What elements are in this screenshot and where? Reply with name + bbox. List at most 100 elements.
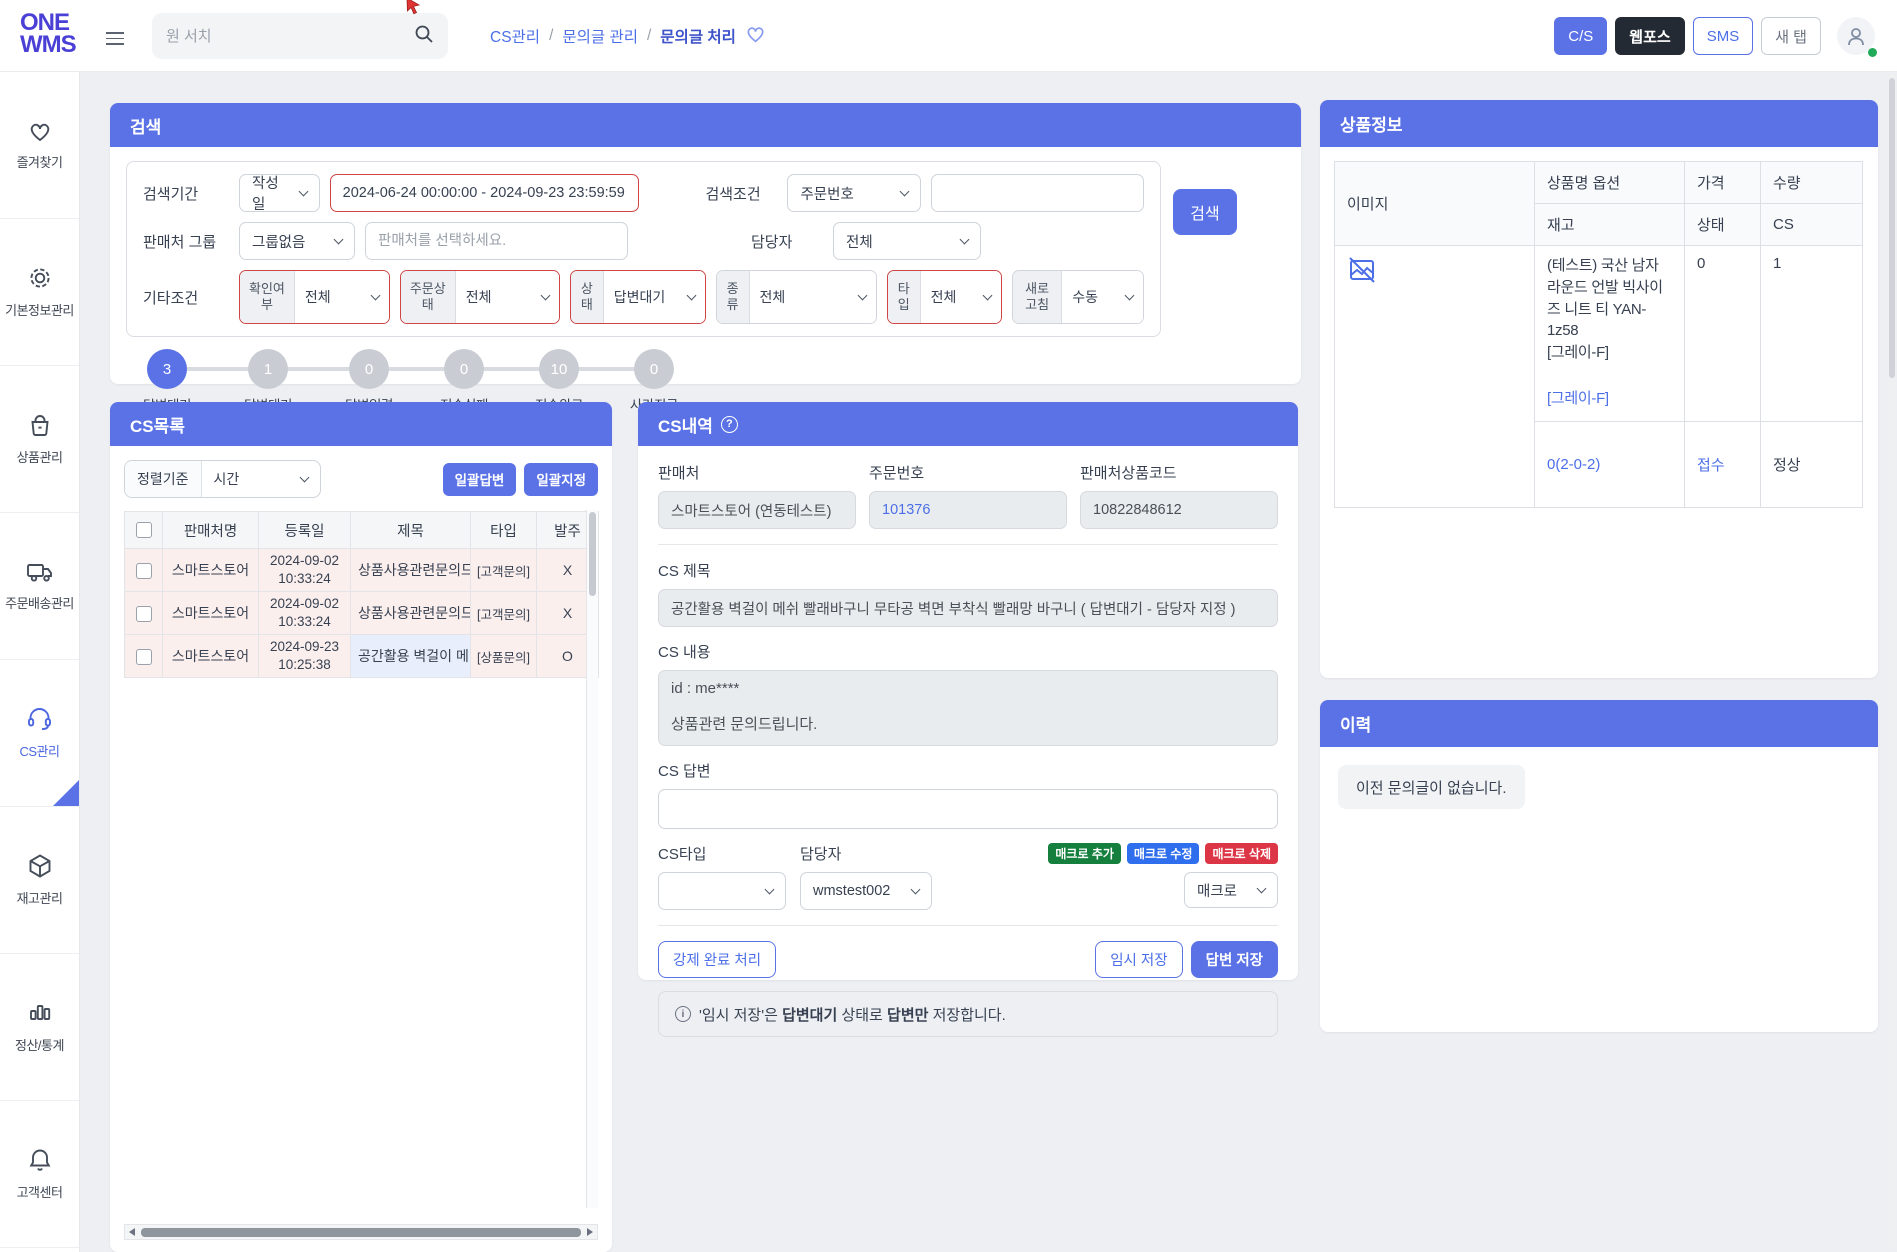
bulk-reply-button[interactable]: 일괄답변 [442, 462, 517, 496]
list-vertical-scrollbar[interactable] [586, 510, 598, 1208]
order-no-label: 주문번호 [869, 465, 925, 482]
col-type: 타입 [470, 511, 537, 549]
product-code-label: 판매처상품코드 [1080, 465, 1177, 482]
page-vertical-scrollbar[interactable] [1888, 74, 1896, 1250]
sort-select[interactable]: 시간 [202, 461, 320, 497]
list-horizontal-scrollbar[interactable] [124, 1224, 598, 1240]
cs-reply-input[interactable] [658, 789, 1278, 829]
table-row-selected[interactable]: 스마트스토어 2024-09-23 10:25:38 공간활용 벽걸이 메 [상품… [124, 634, 599, 678]
sidebar-item-support-center[interactable]: 고객센터 [0, 1101, 79, 1248]
cs-content-label: CS 내용 [658, 644, 711, 661]
product-table: 이미지 상품명 옵션 가격 수량 재고 상태 CS (테스트) 국산 남자 라운… [1334, 161, 1863, 508]
option-link[interactable]: [그레이-F] [1547, 388, 1672, 410]
sms-button[interactable]: SMS [1692, 17, 1754, 55]
sidebar-item-favorites[interactable]: 즐겨찾기 [0, 72, 79, 219]
reply-save-button[interactable]: 답변 저장 [1190, 941, 1278, 978]
sidebar-item-products[interactable]: 상품관리 [0, 366, 79, 513]
bulk-assign-button[interactable]: 일괄지정 [524, 462, 598, 496]
cs-subject-label: CS 제목 [658, 563, 711, 580]
row-checkbox[interactable] [135, 562, 152, 579]
period-label: 검색기간 [143, 185, 199, 203]
sidebar-item-inventory[interactable]: 재고관리 [0, 807, 79, 954]
row-checkbox[interactable] [135, 648, 152, 665]
cs-detail-header: CS내역 ? [638, 402, 1298, 446]
order-status-select[interactable]: 전체 [455, 271, 560, 323]
chevron-down-icon [686, 290, 697, 300]
confirm-status-select[interactable]: 전체 [294, 271, 389, 323]
cs-type-select[interactable] [658, 872, 786, 910]
bag-icon [30, 415, 49, 436]
table-row[interactable]: 스마트스토어 2024-09-02 10:33:24 상품사용관련문의드 [고객문… [124, 548, 599, 592]
chevron-down-icon [299, 472, 309, 482]
product-info-panel: 상품정보 이미지 상품명 옵션 가격 수량 재고 상태 CS (테스트) 국산 … [1320, 100, 1878, 678]
favorite-page-icon[interactable] [745, 24, 766, 48]
chevron-down-icon [298, 186, 309, 196]
select-all-checkbox[interactable] [135, 522, 152, 539]
assignee-select[interactable]: wmstest002 [800, 872, 932, 910]
force-complete-button[interactable]: 강제 완료 처리 [658, 941, 777, 978]
chevron-down-icon [333, 234, 344, 244]
seller-search-input[interactable] [365, 222, 628, 260]
history-panel: 이력 이전 문의글이 없습니다. [1320, 700, 1878, 1032]
col-price: 가격 [1684, 161, 1761, 204]
cs-table-header-row: 판매처명 등록일 제목 타입 발주 [124, 511, 599, 549]
table-row[interactable]: 스마트스토어 2024-09-02 10:33:24 상품사용관련문의드 [고객문… [124, 591, 599, 635]
profile-avatar[interactable] [1837, 17, 1877, 57]
refresh-select[interactable]: 수동 [1062, 271, 1143, 323]
seller-group-label: 판매처 그룹 [143, 233, 217, 251]
search-panel-header: 검색 [110, 103, 1301, 147]
temp-save-button[interactable]: 임시 저장 [1095, 941, 1183, 978]
seller-group-select[interactable]: 그룹없음 [239, 222, 355, 260]
filter-confirm-status: 확인여부 전체 [239, 270, 390, 324]
question-circle-icon[interactable]: ? [720, 415, 738, 433]
cs-list-panel: CS목록 정렬기준 시간 일괄답변 일괄지정 판매처명 등록일 제목 타입 발주 [110, 402, 612, 1252]
cs-mode-button[interactable]: C/S [1554, 17, 1608, 55]
divider [658, 925, 1278, 926]
etc-condition-label: 기타조건 [143, 289, 199, 307]
sidebar-item-cs-mgmt[interactable]: CS관리 [0, 660, 79, 807]
global-search-input[interactable] [166, 27, 414, 45]
webpos-button[interactable]: 웹포스 [1615, 17, 1685, 55]
type-select[interactable]: 전체 [920, 271, 1002, 323]
top-bar: ONE WMS CS관리 / 문의글 관리 / 문의글 처리 C/S 웹포스 S… [0, 0, 1897, 72]
new-tab-button[interactable]: 새 탭 [1761, 17, 1821, 55]
product-info-header: 상품정보 [1320, 100, 1878, 147]
condition-value-input[interactable] [930, 174, 1144, 212]
cs-detail-panel: CS내역 ? 판매처 주문번호 판매처상품코드 CS 제목 CS 내용 [638, 402, 1298, 1037]
filter-kind: 종류 전체 [715, 270, 877, 324]
sidebar-item-settlement-stats[interactable]: 정산/통계 [0, 954, 79, 1101]
chevron-down-icon [910, 884, 921, 894]
sidebar-item-order-shipping[interactable]: 주문배송관리 [0, 513, 79, 660]
row-checkbox[interactable] [135, 605, 152, 622]
search-button[interactable]: 검색 [1173, 189, 1237, 235]
sidebar-item-basic-info[interactable]: 기본정보관리 [0, 219, 79, 366]
breadcrumb-inquiry-mgmt[interactable]: 문의글 관리 [562, 25, 638, 47]
macro-delete-button[interactable]: 매크로 삭제 [1205, 843, 1278, 864]
macro-add-button[interactable]: 매크로 추가 [1048, 843, 1121, 864]
period-type-select[interactable]: 작성일 [239, 174, 320, 213]
macro-edit-button[interactable]: 매크로 수정 [1126, 843, 1200, 864]
kind-select[interactable]: 전체 [749, 271, 876, 323]
scroll-right-icon[interactable] [583, 1225, 597, 1239]
condition-type-select[interactable]: 주문번호 [787, 174, 921, 212]
product-stock-cell[interactable]: 0(2-0-2) [1534, 421, 1685, 508]
cs-subject-field [658, 589, 1278, 627]
search-icon[interactable] [414, 24, 434, 49]
scroll-left-icon[interactable] [125, 1225, 139, 1239]
filter-label: 새로고침 [1013, 271, 1063, 323]
state-select[interactable]: 답변대기 [603, 271, 705, 323]
app-logo[interactable]: ONE WMS [20, 11, 77, 57]
macro-select[interactable]: 매크로 [1184, 872, 1278, 908]
product-status-cell[interactable]: 접수 [1684, 421, 1761, 508]
scrollbar-thumb[interactable] [141, 1227, 581, 1237]
menu-icon[interactable] [106, 28, 124, 49]
breadcrumb-cs-mgmt[interactable]: CS관리 [490, 25, 540, 47]
date-range-input[interactable] [329, 174, 640, 212]
manager-select[interactable]: 전체 [833, 222, 981, 260]
col-name-option: 상품명 옵션 [1534, 161, 1685, 204]
cs-reply-label: CS 답변 [658, 763, 711, 780]
order-no-field[interactable] [869, 491, 1067, 529]
gear-icon [29, 268, 50, 288]
chevron-down-icon [540, 290, 551, 300]
filter-refresh: 새로고침 수동 [1012, 270, 1144, 324]
